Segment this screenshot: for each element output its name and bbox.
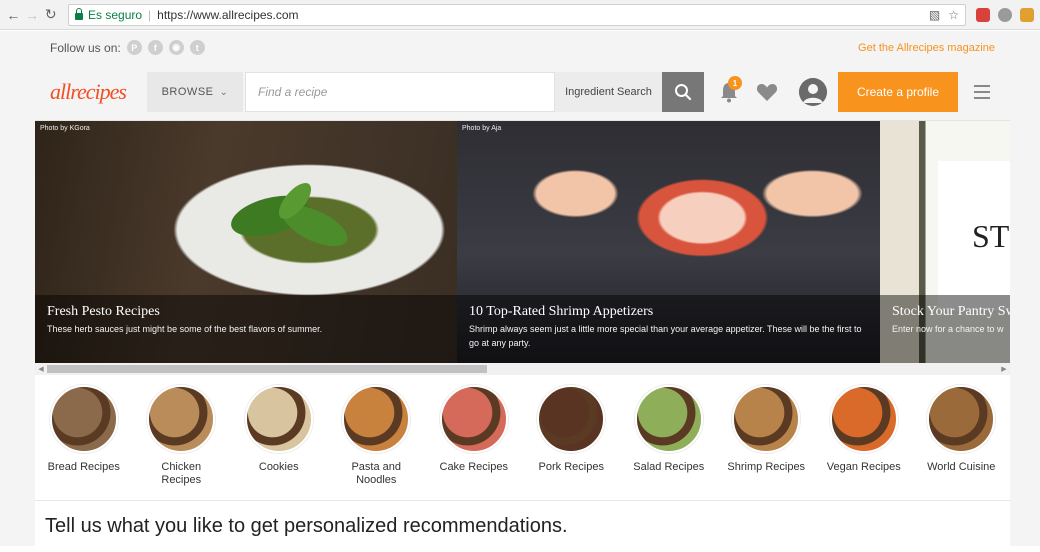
category-item[interactable]: Cookies	[230, 385, 328, 500]
url-text: https://www.allrecipes.com	[157, 7, 299, 22]
page-gutter-left	[0, 31, 35, 546]
back-icon[interactable]: ←	[6, 6, 21, 24]
category-image[interactable]	[244, 385, 313, 453]
category-image[interactable]	[927, 385, 996, 453]
category-item[interactable]: Shrimp Recipes	[718, 385, 816, 500]
search-placeholder: Find a recipe	[258, 85, 328, 99]
translate-icon[interactable]: ▧	[929, 8, 940, 22]
category-image[interactable]	[732, 385, 801, 453]
lock-icon	[75, 7, 84, 20]
follow-bar: Follow us on: P f ◉ t Get the Allrecipes…	[35, 31, 1010, 64]
slide-caption: 10 Top-Rated Shrimp Appetizers Shrimp al…	[457, 295, 880, 363]
category-image[interactable]	[342, 385, 411, 453]
category-image[interactable]	[829, 385, 898, 453]
category-image[interactable]	[439, 385, 508, 453]
scroll-left-icon[interactable]: ◀	[35, 365, 47, 373]
category-item[interactable]: Cake Recipes	[425, 385, 523, 500]
favorites-button[interactable]	[752, 72, 782, 112]
category-image[interactable]	[147, 385, 216, 453]
category-label[interactable]: Pasta and Noodles	[336, 461, 416, 487]
site-header: allrecipes BROWSE ⌄ Find a recipe Ingred…	[35, 64, 1010, 121]
extension-icon[interactable]	[998, 7, 1013, 22]
bookmark-star-icon[interactable]: ☆	[948, 8, 959, 22]
category-label[interactable]: Cake Recipes	[440, 461, 508, 474]
search-button[interactable]	[662, 72, 704, 112]
reload-icon[interactable]: ↻	[43, 6, 58, 24]
extension-icon[interactable]	[1020, 7, 1035, 22]
carousel-slide[interactable]: ST Stock Your Pantry Sw Enter now for a …	[880, 121, 1010, 363]
ingredient-search-label: Ingredient Search	[565, 86, 652, 98]
instagram-icon[interactable]: ◉	[168, 40, 184, 55]
carousel-slide[interactable]: Photo by KGora Fresh Pesto Recipes These…	[35, 121, 457, 363]
category-label[interactable]: Cookies	[259, 461, 299, 474]
browse-button[interactable]: BROWSE ⌄	[147, 72, 243, 112]
category-list: Bread Recipes Chicken Recipes Cookies Pasta…	[35, 375, 1010, 500]
photo-credit: Photo by Aja	[462, 125, 502, 132]
url-separator: |	[148, 7, 152, 22]
facebook-icon[interactable]: f	[147, 40, 163, 55]
scroll-thumb[interactable]	[47, 365, 487, 373]
scroll-track[interactable]	[47, 364, 998, 374]
category-image[interactable]	[537, 385, 606, 453]
extension-icon[interactable]	[976, 7, 991, 22]
slide-caption: Fresh Pesto Recipes These herb sauces ju…	[35, 295, 457, 363]
category-label[interactable]: Shrimp Recipes	[727, 461, 805, 474]
scroll-right-icon[interactable]: ▶	[998, 365, 1010, 373]
carousel-scrollbar[interactable]: ◀ ▶	[35, 363, 1010, 375]
category-label[interactable]: Chicken Recipes	[141, 461, 221, 487]
category-item[interactable]: Vegan Recipes	[815, 385, 913, 500]
browser-toolbar: ← → ↻ Es seguro | https://www.allrecipes…	[0, 0, 1040, 30]
category-image[interactable]	[634, 385, 703, 453]
page-content: Follow us on: P f ◉ t Get the Allrecipes…	[35, 31, 1010, 546]
notifications-button[interactable]: 1	[706, 72, 752, 112]
category-label[interactable]: Vegan Recipes	[827, 461, 901, 474]
magazine-link[interactable]: Get the Allrecipes magazine	[858, 42, 995, 54]
slide-caption: Stock Your Pantry Sw Enter now for a cha…	[880, 295, 1010, 363]
notification-badge: 1	[728, 76, 742, 90]
slide-image-text: ST	[938, 161, 1010, 311]
slide-description: These herb sauces just might be some of …	[47, 324, 323, 334]
category-item[interactable]: Bread Recipes	[35, 385, 133, 500]
address-bar[interactable]: Es seguro | https://www.allrecipes.com ▧…	[68, 3, 967, 26]
secure-label: Es seguro	[88, 7, 143, 22]
twitter-icon[interactable]: t	[189, 40, 205, 55]
heart-icon	[756, 84, 778, 101]
chevron-down-icon: ⌄	[219, 86, 229, 98]
menu-icon[interactable]	[958, 72, 1006, 112]
slide-description: Enter now for a chance to w	[892, 324, 1004, 334]
category-label[interactable]: World Cuisine	[927, 461, 995, 474]
category-item[interactable]: Pork Recipes	[523, 385, 621, 500]
browse-label: BROWSE	[161, 86, 214, 98]
follow-label: Follow us on:	[50, 40, 121, 55]
category-label[interactable]: Pork Recipes	[539, 461, 604, 474]
category-item[interactable]: Salad Recipes	[620, 385, 718, 500]
slide-title[interactable]: Stock Your Pantry Sw	[892, 304, 1010, 320]
forward-icon[interactable]: →	[25, 6, 40, 24]
profile-avatar-button[interactable]	[788, 72, 838, 112]
category-label[interactable]: Salad Recipes	[633, 461, 704, 474]
photo-credit: Photo by KGora	[40, 125, 90, 132]
category-image[interactable]	[49, 385, 118, 453]
ingredient-search-button[interactable]: Ingredient Search	[555, 72, 662, 112]
avatar-icon	[799, 78, 827, 106]
search-icon	[675, 84, 692, 101]
category-label[interactable]: Bread Recipes	[48, 461, 120, 474]
category-item[interactable]: Pasta and Noodles	[328, 385, 426, 500]
search-input[interactable]: Find a recipe	[245, 72, 555, 112]
slide-title[interactable]: Fresh Pesto Recipes	[47, 304, 445, 320]
pinterest-icon[interactable]: P	[126, 40, 142, 55]
create-profile-button[interactable]: Create a profile	[838, 72, 958, 112]
carousel-slide[interactable]: Photo by Aja 10 Top-Rated Shrimp Appetiz…	[457, 121, 880, 363]
allrecipes-logo[interactable]: allrecipes	[50, 79, 147, 105]
slide-title[interactable]: 10 Top-Rated Shrimp Appetizers	[469, 304, 868, 320]
personalize-heading: Tell us what you like to get personalize…	[45, 515, 568, 537]
basil-leaf-image	[231, 182, 348, 247]
page-gutter-right	[1010, 31, 1040, 546]
category-item[interactable]: World Cuisine	[913, 385, 1011, 500]
slide-description: Shrimp always seem just a little more sp…	[469, 324, 862, 348]
category-item[interactable]: Chicken Recipes	[133, 385, 231, 500]
hero-carousel: Photo by KGora Fresh Pesto Recipes These…	[35, 121, 1010, 363]
